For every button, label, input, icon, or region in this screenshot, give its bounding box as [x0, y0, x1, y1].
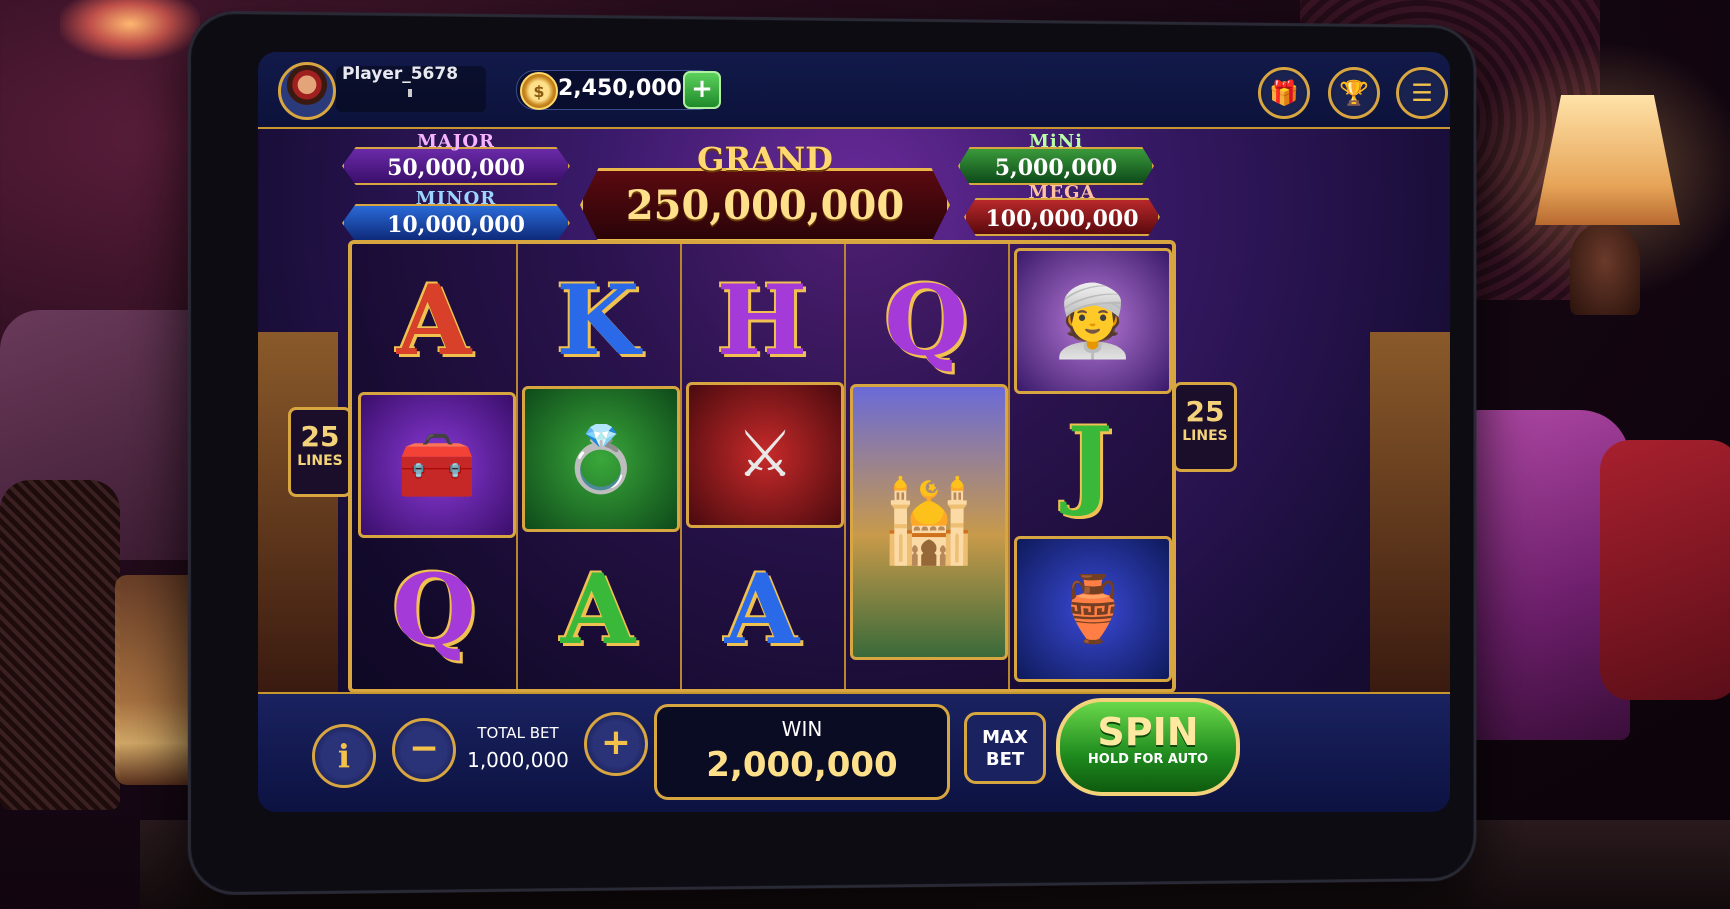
- reel-5: 👳 J 🏺: [1008, 244, 1172, 689]
- paylines-badge-right: 25 LINES: [1173, 382, 1237, 472]
- reel-1: A 🧰 Q: [352, 244, 518, 689]
- jackpot-major: MAJOR 50,000,000: [342, 131, 570, 185]
- palace-scenery-right: [1370, 332, 1450, 692]
- increase-bet-button[interactable]: +: [584, 712, 648, 776]
- menu-button[interactable]: ☰: [1396, 67, 1448, 119]
- jackpot-mega-label: MEGA: [1028, 182, 1096, 203]
- slot-game-screen: Player_5678 $ 2,450,000 + 🎁 🏆 ☰ MAJOR 50…: [258, 52, 1450, 812]
- menu-icon: ☰: [1411, 79, 1433, 107]
- symbol-a: A: [396, 263, 472, 377]
- symbol-h: H: [716, 263, 808, 377]
- symbol-jeweled-vase: 🏺: [1014, 536, 1172, 682]
- jackpot-mini-label: MiNi: [1028, 131, 1084, 152]
- max-bet-label-line2: BET: [985, 749, 1025, 770]
- jackpot-minor-label: MINOR: [415, 188, 497, 209]
- top-bar: Player_5678 $ 2,450,000 + 🎁 🏆 ☰: [258, 52, 1450, 129]
- reel-4: Q 🕌: [844, 244, 1010, 689]
- gift-icon: 🎁: [1269, 79, 1299, 107]
- background-lantern: [0, 480, 120, 810]
- jackpot-mega-value: 100,000,000: [985, 206, 1139, 232]
- jackpot-mini: MiNi 5,000,000: [958, 131, 1154, 185]
- ring-icon: 💍: [561, 422, 641, 497]
- scimitar-icon: ⚔: [736, 418, 794, 492]
- info-button[interactable]: i: [312, 724, 376, 788]
- symbol-sultan: 👳: [1014, 248, 1172, 394]
- jackpot-grand-value: 250,000,000: [625, 182, 905, 229]
- jackpot-grand-label: GRAND: [697, 140, 833, 178]
- background-lamp-left: [60, 0, 200, 60]
- symbol-a: A: [724, 552, 800, 666]
- gift-button[interactable]: 🎁: [1258, 67, 1310, 119]
- bottom-control-bar: i − TOTAL BET 1,000,000 + WIN 2,000,000 …: [258, 692, 1450, 812]
- paylines-label: LINES: [297, 453, 343, 469]
- magic-lamp-icon: 🧰: [397, 428, 477, 503]
- trophy-icon: 🏆: [1339, 79, 1369, 107]
- background-armchair-red: [1600, 440, 1730, 700]
- reel-3: H ⚔ A: [680, 244, 846, 689]
- max-bet-button[interactable]: MAX BET: [964, 712, 1046, 784]
- symbol-golden-palace: 🕌: [850, 384, 1008, 660]
- paylines-label: LINES: [1182, 428, 1228, 444]
- decrease-bet-button[interactable]: −: [392, 718, 456, 782]
- spin-label: SPIN: [1097, 710, 1199, 754]
- symbol-k: K: [556, 263, 640, 377]
- symbol-q: Q: [884, 263, 968, 377]
- palace-scenery-left: [258, 332, 338, 692]
- spin-hold-hint: HOLD FOR AUTO: [1087, 752, 1209, 767]
- vase-icon: 🏺: [1053, 572, 1133, 647]
- add-coins-button[interactable]: +: [683, 71, 721, 109]
- total-bet-value: 1,000,000: [467, 748, 569, 772]
- jackpot-minor: MINOR 10,000,000: [342, 188, 570, 242]
- paylines-count: 25: [300, 420, 340, 453]
- symbol-magic-lamp: 🧰: [358, 392, 516, 538]
- symbol-j: J: [1067, 405, 1113, 519]
- player-level-indicator: [408, 89, 412, 97]
- symbol-q: Q: [392, 552, 476, 666]
- total-bet-label: TOTAL BET: [477, 724, 559, 742]
- palace-icon: 🕌: [879, 475, 979, 568]
- jackpot-mega: MEGA 100,000,000: [964, 182, 1160, 236]
- coin-balance: 2,450,000: [558, 76, 682, 101]
- symbol-a: A: [560, 552, 636, 666]
- win-display: WIN 2,000,000: [654, 704, 950, 800]
- sultan-icon: 👳: [1049, 279, 1137, 362]
- coin-icon: $: [520, 72, 558, 110]
- win-value: 2,000,000: [706, 745, 898, 785]
- max-bet-label-line1: MAX: [982, 727, 1028, 748]
- jackpot-major-value: 50,000,000: [387, 155, 525, 181]
- paylines-badge-left: 25 LINES: [288, 407, 352, 497]
- reel-grid: A 🧰 Q K 💍 A H ⚔ A Q 🕌 👳 J 🏺: [348, 240, 1176, 693]
- player-avatar[interactable]: [278, 62, 336, 120]
- total-bet-display: TOTAL BET 1,000,000: [454, 718, 582, 784]
- jackpot-mini-value: 5,000,000: [994, 155, 1118, 181]
- jackpot-minor-value: 10,000,000: [387, 212, 525, 238]
- win-label: WIN: [781, 717, 823, 741]
- player-name: Player_5678: [342, 64, 459, 84]
- jackpot-major-label: MAJOR: [416, 131, 496, 152]
- paylines-count: 25: [1185, 395, 1225, 428]
- symbol-emerald-ring: 💍: [522, 386, 680, 532]
- trophy-button[interactable]: 🏆: [1328, 67, 1380, 119]
- symbol-scimitar: ⚔: [686, 382, 844, 528]
- spin-button[interactable]: SPIN HOLD FOR AUTO: [1056, 698, 1240, 796]
- jackpot-grand: GRAND 250,000,000: [580, 134, 950, 242]
- background-lamp-base: [1570, 225, 1640, 315]
- reel-2: K 💍 A: [516, 244, 682, 689]
